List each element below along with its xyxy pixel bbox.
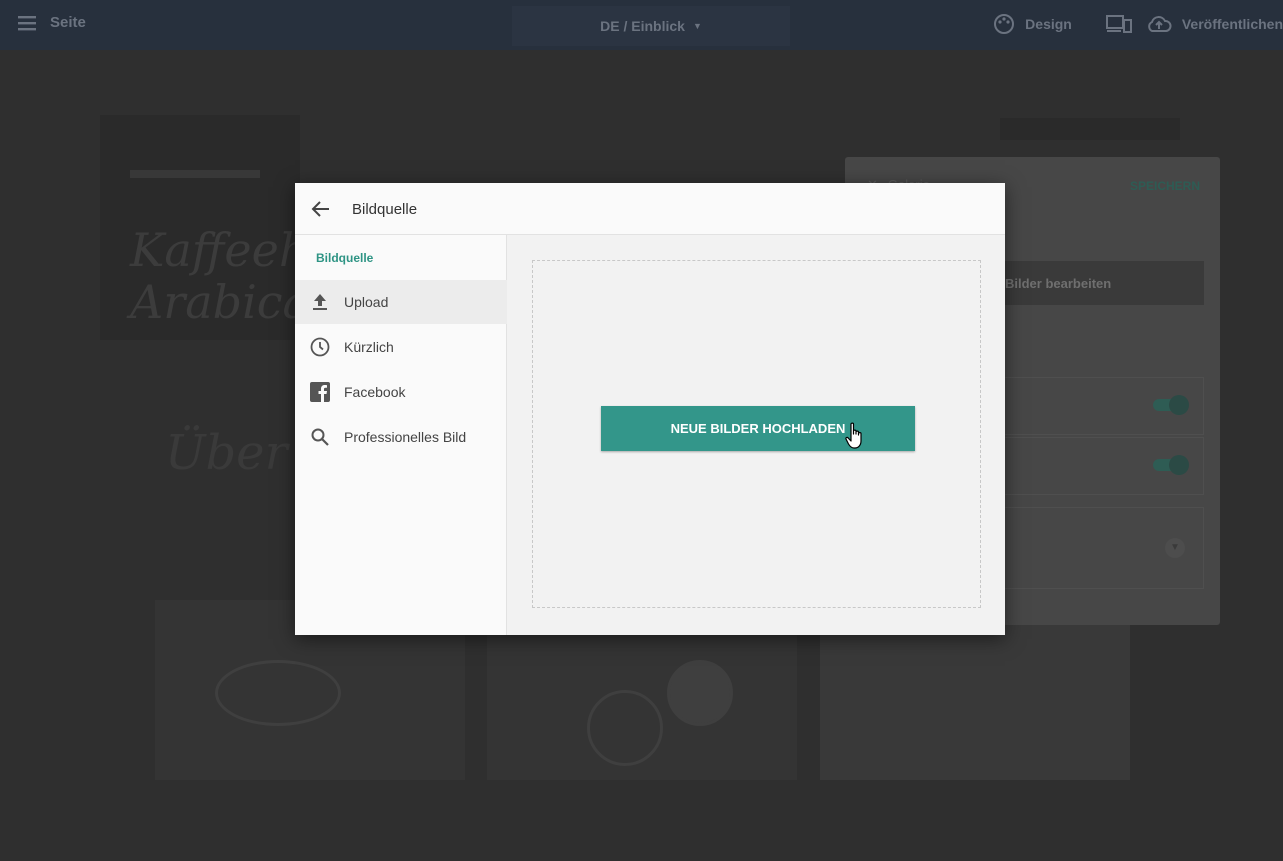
sidebar-item-professional-image[interactable]: Professionelles Bild: [295, 415, 507, 459]
toggle-switch[interactable]: [1153, 455, 1189, 475]
background-nav-bar: [1000, 118, 1180, 140]
background-hero: Kaffeehaus Arabica: [100, 115, 389, 340]
design-label: Design: [1025, 16, 1072, 32]
sidebar-item-upload[interactable]: Upload: [295, 280, 507, 324]
hand-cursor-icon: [845, 422, 862, 449]
cloud-upload-icon: [1148, 16, 1172, 32]
sidebar-item-label: Kürzlich: [344, 339, 394, 355]
image-source-dialog: Bildquelle Bildquelle Upload Kürzlich Fa…: [295, 183, 1005, 635]
background-image-shape: [587, 690, 663, 766]
dialog-header: Bildquelle: [295, 183, 1005, 235]
sidebar-item-label: Upload: [344, 294, 389, 310]
hamburger-menu-icon[interactable]: [18, 15, 38, 31]
back-arrow-icon[interactable]: [311, 199, 331, 219]
upload-icon: [313, 294, 327, 310]
settings-row: [995, 437, 1204, 495]
device-preview-button[interactable]: [1105, 14, 1132, 34]
sidebar-heading: Bildquelle: [316, 251, 374, 265]
upload-new-images-button[interactable]: NEUE BILDER HOCHLADEN: [601, 406, 915, 451]
top-bar: Seite DE / Einblick ▼ Design Veröffentli…: [0, 0, 1283, 50]
sidebar-item-label: Facebook: [344, 384, 406, 400]
background-image-shape: [667, 660, 733, 726]
page-menu[interactable]: Seite: [18, 14, 86, 31]
caret-down-icon: ▼: [692, 21, 702, 31]
page-label: Seite: [50, 14, 86, 31]
settings-row: [995, 377, 1204, 435]
clock-icon: [310, 337, 330, 357]
background-image-shape: [215, 660, 341, 726]
upload-area: NEUE BILDER HOCHLADEN: [507, 235, 1005, 635]
facebook-icon: [310, 382, 330, 402]
save-button[interactable]: SPEICHERN: [1130, 179, 1200, 193]
drop-zone[interactable]: NEUE BILDER HOCHLADEN: [532, 260, 981, 608]
sidebar-item-facebook[interactable]: Facebook: [295, 370, 507, 414]
language-selector-label: DE / Einblick: [600, 18, 685, 34]
source-sidebar: Bildquelle Upload Kürzlich Facebook Prof…: [295, 235, 507, 635]
devices-icon: [1105, 15, 1132, 33]
sidebar-item-label: Professionelles Bild: [344, 429, 467, 445]
dialog-title: Bildquelle: [352, 201, 418, 218]
publish-label: Veröffentlichen: [1181, 16, 1283, 32]
edit-images-button[interactable]: Bilder bearbeiten: [995, 261, 1204, 305]
background-hero-title-2: Arabica: [130, 275, 310, 329]
sidebar-item-recent[interactable]: Kürzlich: [295, 325, 507, 369]
toggle-switch[interactable]: [1153, 395, 1189, 415]
chevron-down-icon: ▼: [1165, 538, 1185, 558]
design-button[interactable]: Design: [993, 13, 1072, 35]
palette-icon: [994, 14, 1015, 34]
search-icon: [311, 428, 329, 446]
edit-images-label: Bilder bearbeiten: [1005, 275, 1112, 291]
language-selector[interactable]: DE / Einblick ▼: [512, 6, 790, 46]
background-hero-tagline: [130, 170, 260, 178]
settings-dropdown[interactable]: ▼: [995, 507, 1204, 589]
publish-button[interactable]: Veröffentlichen: [1146, 14, 1283, 34]
